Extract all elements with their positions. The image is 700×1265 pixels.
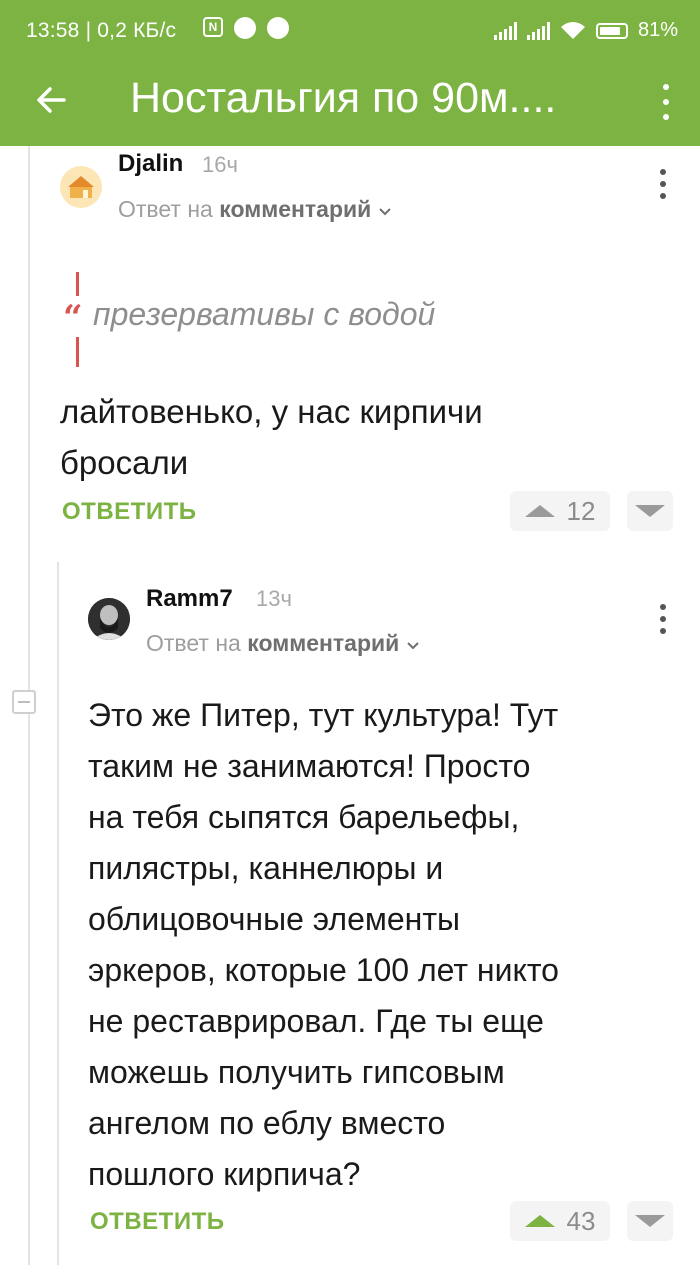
more-vertical-icon[interactable]: [656, 82, 676, 122]
nfc-icon: N: [203, 17, 223, 37]
signal-icon: [493, 21, 517, 40]
app-toolbar: Ностальгия по 90м....: [0, 60, 700, 146]
upvote-button[interactable]: 12: [510, 491, 610, 531]
comment-time: 13ч: [256, 586, 292, 611]
app-notification-icon: [234, 17, 256, 39]
comment-line: пилястры, каннелюры и: [88, 850, 444, 886]
comment-line: Это же Питер, тут культура! Тут: [88, 697, 559, 733]
battery-percent: 81%: [637, 19, 678, 41]
status-bar: 13:58 | 0,2 КБ/с N 81%: [0, 0, 700, 60]
rating-count: 43: [566, 1205, 596, 1236]
comment-line: ангелом по еблу вместо: [88, 1105, 446, 1141]
wifi-icon: [560, 21, 585, 39]
comment-body: Это же Питер, тут культура! Тут таким не…: [88, 690, 559, 1200]
status-right: 81%: [493, 19, 678, 42]
chevron-down-icon: [378, 208, 391, 216]
quote-bar: [76, 272, 79, 296]
downvote-icon: [635, 505, 665, 517]
chevron-down-icon: [406, 642, 419, 650]
comment-line: бросали: [60, 444, 189, 481]
collapse-thread-icon[interactable]: [12, 690, 36, 714]
reply-button[interactable]: ОТВЕТИТЬ: [90, 1208, 225, 1236]
downvote-button[interactable]: [627, 1201, 673, 1241]
downvote-button[interactable]: [627, 491, 673, 531]
rating-count: 12: [566, 495, 596, 526]
battery-icon: [595, 22, 628, 39]
reply-to-link[interactable]: Ответ на комментарий: [146, 630, 420, 657]
page-title: Ностальгия по 90м....: [130, 74, 557, 122]
house-avatar-icon: [68, 176, 94, 198]
signal-icon-2: [526, 21, 550, 40]
status-time: 13:58 | 0,2 КБ/с: [26, 19, 177, 42]
avatar[interactable]: [60, 166, 102, 208]
comment-line: облицовочные элементы: [88, 901, 460, 937]
comment-line: можешь получить гипсовым: [88, 1054, 505, 1090]
notification-icons: N: [203, 17, 289, 39]
comment-line: на тебя сыпятся барельефы,: [88, 799, 520, 835]
reply-to-link[interactable]: Ответ на комментарий: [118, 196, 392, 223]
comment-menu-icon[interactable]: [656, 167, 670, 201]
comment-line: не реставрировал. Где ты еще: [88, 1003, 544, 1039]
quote-icon: “: [63, 298, 83, 338]
comment-author[interactable]: Djalin: [118, 150, 183, 178]
comment-author[interactable]: Ramm7: [146, 585, 233, 613]
upvote-icon: [524, 505, 555, 517]
reply-button[interactable]: ОТВЕТИТЬ: [62, 498, 197, 526]
comment-line: пошлого кирпича?: [88, 1156, 361, 1192]
thread-line-nested: [57, 562, 59, 1265]
arrow-left-icon[interactable]: [30, 78, 74, 122]
upvote-button[interactable]: 43: [510, 1201, 610, 1241]
downvote-icon: [635, 1215, 665, 1227]
app-notification-icon-2: [267, 17, 289, 39]
comment-time: 16ч: [202, 152, 238, 177]
comment-body: лайтовенько, у нас кирпичи бросали: [60, 386, 483, 488]
comment-line: таким не занимаются! Просто: [88, 748, 531, 784]
comment-menu-icon[interactable]: [656, 602, 670, 636]
comment-line: эркеров, которые 100 лет никто: [88, 952, 559, 988]
comment-line: лайтовенько, у нас кирпичи: [60, 393, 483, 430]
quote-bar: [76, 337, 79, 367]
user-photo-icon: [88, 598, 130, 640]
quoted-text: презервативы с водой: [93, 296, 436, 332]
avatar[interactable]: [88, 598, 130, 640]
upvote-icon: [524, 1215, 555, 1227]
